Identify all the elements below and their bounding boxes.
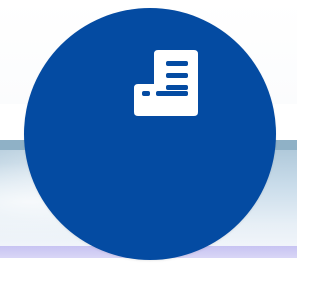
screen bbox=[0, 0, 297, 289]
circular-action-button[interactable] bbox=[24, 8, 276, 260]
page-content-area bbox=[0, 258, 297, 289]
receipt-document-icon bbox=[134, 50, 198, 116]
